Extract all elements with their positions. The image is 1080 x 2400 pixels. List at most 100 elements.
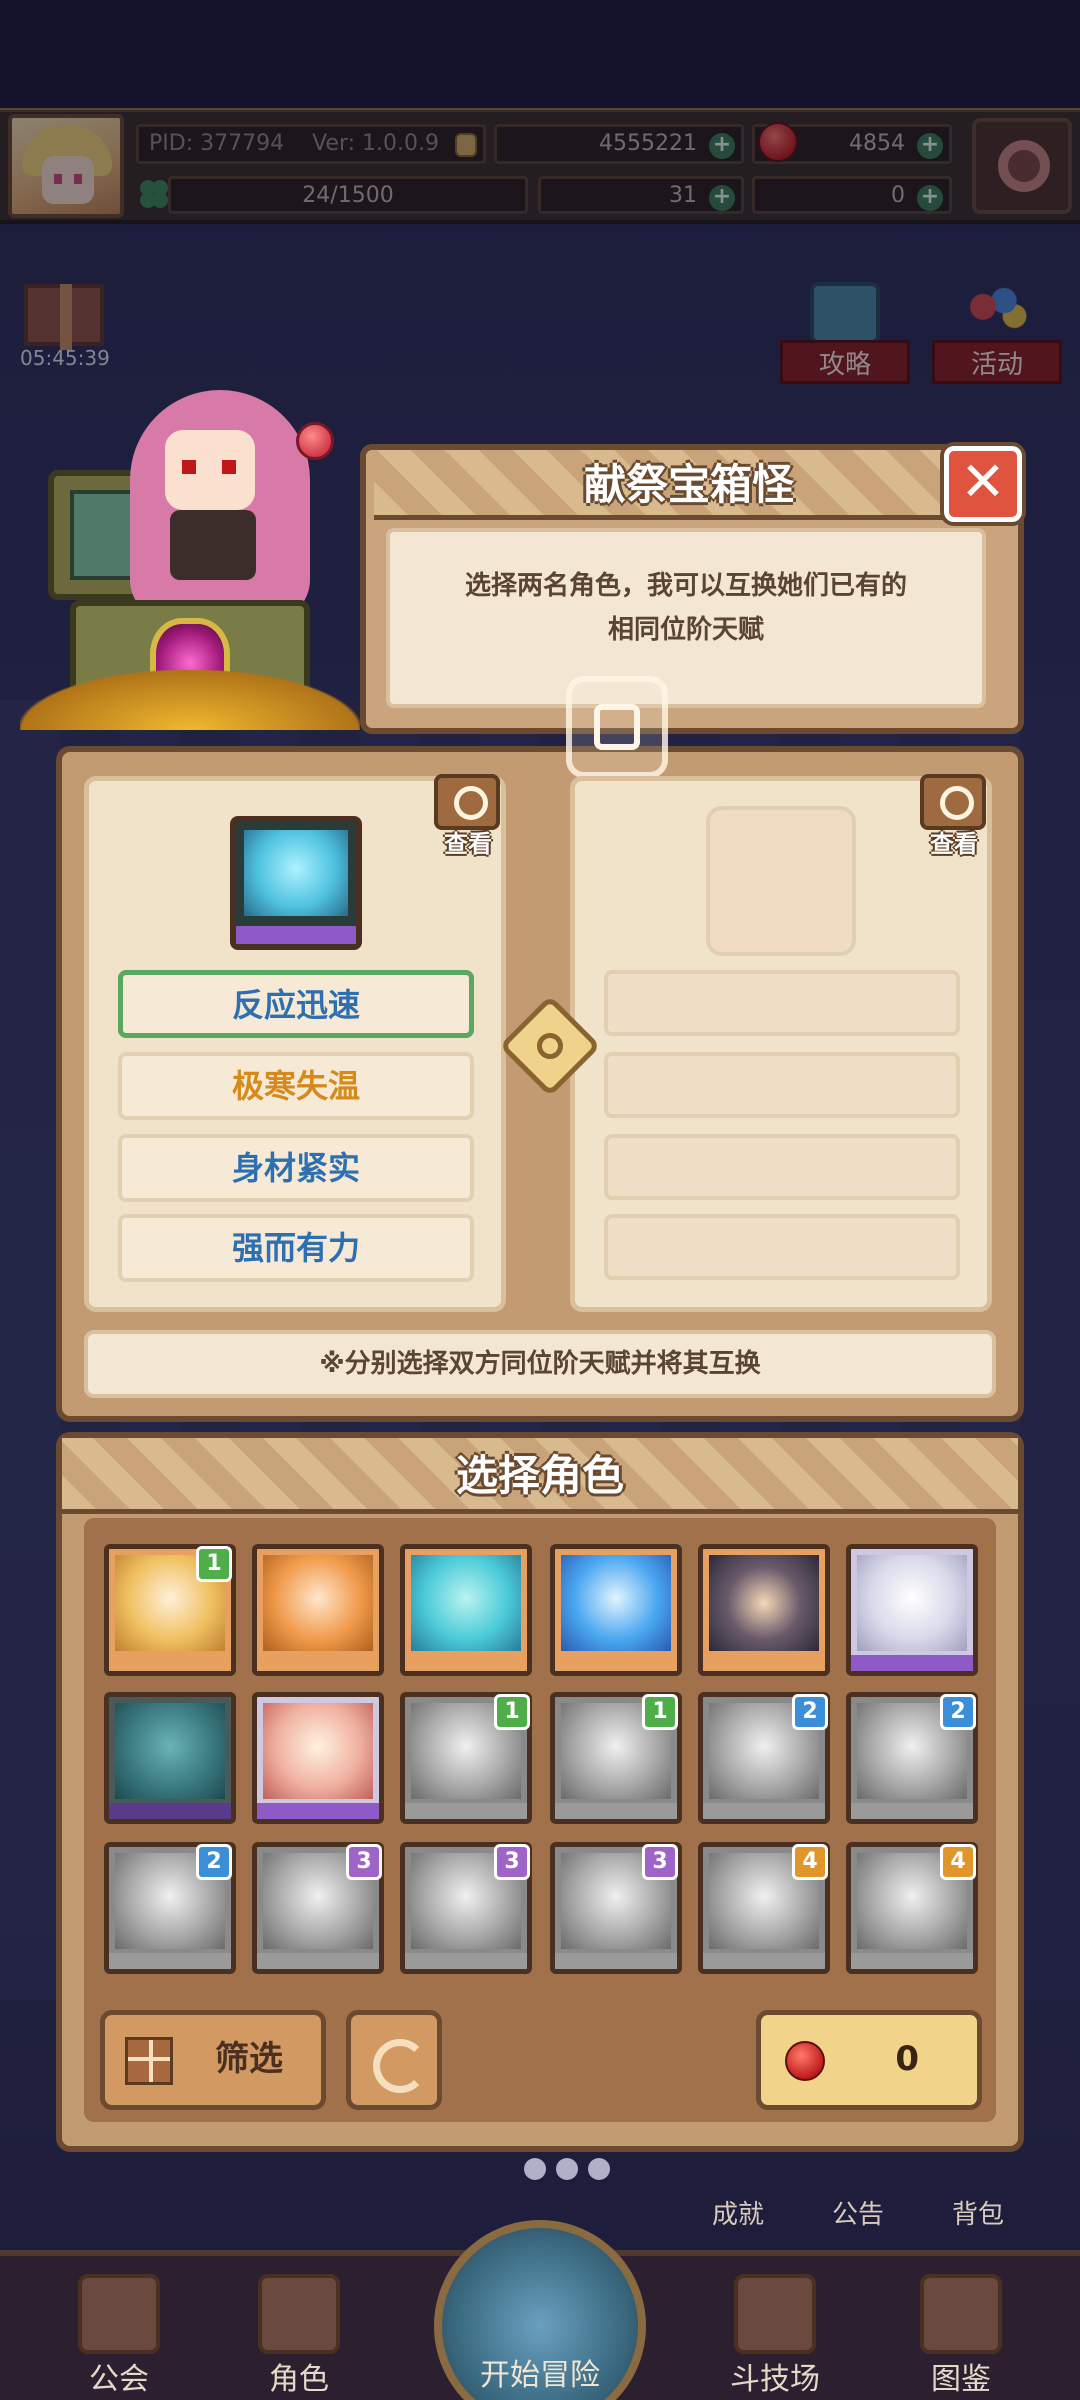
gold-pile xyxy=(20,670,360,730)
description-line: 选择两名角色，我可以互换她们已有的 xyxy=(464,571,907,601)
nav-label: 开始冒险 xyxy=(480,2358,600,2393)
nav-label: 角色 xyxy=(269,2362,329,2397)
nav-label: 图鉴 xyxy=(931,2362,991,2397)
character-art xyxy=(263,1555,373,1651)
view-label: 查看 xyxy=(930,830,978,858)
empty-talent-slot[interactable] xyxy=(604,970,960,1036)
character-art xyxy=(115,1703,225,1799)
bag-button[interactable]: 背包 xyxy=(928,2150,1028,2230)
nav-gallery[interactable]: 图鉴 xyxy=(876,2270,1046,2400)
crossed-swords-icon xyxy=(734,2274,816,2354)
rarity-bar xyxy=(109,1803,231,1819)
rarity-bar xyxy=(851,1655,973,1671)
selected-character-portrait[interactable] xyxy=(230,816,362,950)
nav-label: 斗技场 xyxy=(730,2362,820,2397)
apple-icon xyxy=(296,422,334,460)
rarity-bar xyxy=(405,1655,527,1671)
ruby-icon xyxy=(785,2041,825,2081)
level-badge: 3 xyxy=(494,1844,530,1880)
magnifier-icon xyxy=(434,774,500,830)
nav-arena[interactable]: 斗技场 xyxy=(690,2270,860,2400)
nav-start-adventure[interactable]: 开始冒险 xyxy=(410,2220,670,2400)
select-title: 选择角色 xyxy=(455,1451,624,1500)
rarity-bar xyxy=(109,1655,231,1671)
level-badge: 3 xyxy=(346,1844,382,1880)
filter-button[interactable]: 筛选 xyxy=(100,2010,326,2110)
cost-value: 0 xyxy=(895,2039,919,2079)
rarity-bar xyxy=(405,1803,527,1819)
rarity-bar xyxy=(703,1803,825,1819)
character-slot[interactable] xyxy=(252,1692,384,1824)
character-face xyxy=(165,430,255,510)
confirm-swap-button[interactable]: 0 xyxy=(756,2010,982,2110)
talent-option[interactable]: 强而有力 xyxy=(118,1214,474,1282)
character-art xyxy=(263,1703,373,1799)
achievement-button[interactable]: 成就 xyxy=(688,2150,788,2230)
dialog-description: 选择两名角色，我可以互换她们已有的 相同位阶天赋 xyxy=(406,564,966,652)
rarity-bar xyxy=(257,1803,379,1819)
character-art xyxy=(244,830,348,916)
character-slot[interactable] xyxy=(400,1544,532,1676)
character-art xyxy=(709,1555,819,1651)
swap-hint: ※分别选择双方同位阶天赋并将其互换 xyxy=(84,1330,996,1398)
status-area xyxy=(0,0,1080,110)
empty-talent-slot[interactable] xyxy=(604,1214,960,1280)
mimic-character-illustration xyxy=(0,370,380,740)
page-indicator xyxy=(524,2158,634,2186)
level-badge: 2 xyxy=(792,1694,828,1730)
rarity-bar xyxy=(109,1953,231,1969)
talent-option[interactable]: 反应迅速 xyxy=(118,970,474,1038)
character-art xyxy=(857,1555,967,1651)
character-slot[interactable] xyxy=(252,1544,384,1676)
empty-character-slot[interactable] xyxy=(706,806,856,956)
notice-button[interactable]: 公告 xyxy=(808,2150,908,2230)
level-badge: 2 xyxy=(196,1844,232,1880)
rarity-bar xyxy=(703,1953,825,1969)
description-line: 相同位阶天赋 xyxy=(607,615,764,645)
swap-icon-center xyxy=(531,1027,569,1065)
character-slot[interactable] xyxy=(104,1692,236,1824)
rarity-bar xyxy=(555,1655,677,1671)
rarity-bar xyxy=(257,1655,379,1671)
rarity-bar xyxy=(851,1803,973,1819)
character-eye xyxy=(222,460,236,474)
view-left-button[interactable]: 查看 xyxy=(428,770,508,858)
view-right-button[interactable]: 查看 xyxy=(914,770,994,858)
nav-character[interactable]: 角色 xyxy=(214,2270,384,2400)
rarity-bar xyxy=(555,1953,677,1969)
close-icon[interactable]: ✕ xyxy=(944,446,1022,522)
level-badge: 4 xyxy=(792,1844,828,1880)
grid-icon xyxy=(125,2037,173,2085)
dialog-title: 献祭宝箱怪 xyxy=(583,460,794,509)
guild-icon xyxy=(78,2274,160,2354)
rarity-bar xyxy=(236,926,356,944)
character-eye xyxy=(182,460,196,474)
refresh-button[interactable] xyxy=(346,2010,442,2110)
nav-guild[interactable]: 公会 xyxy=(34,2270,204,2400)
talent-option[interactable]: 身材紧实 xyxy=(118,1134,474,1202)
character-art xyxy=(561,1555,671,1651)
rarity-bar xyxy=(555,1803,677,1819)
empty-talent-slot[interactable] xyxy=(604,1134,960,1200)
empty-talent-slot[interactable] xyxy=(604,1052,960,1118)
rarity-bar xyxy=(257,1953,379,1969)
character-slot[interactable] xyxy=(550,1544,682,1676)
level-badge: 3 xyxy=(642,1844,678,1880)
rarity-bar xyxy=(851,1953,973,1969)
connector-square xyxy=(594,704,640,750)
character-slot[interactable] xyxy=(698,1544,830,1676)
character-art xyxy=(411,1555,521,1651)
filter-label: 筛选 xyxy=(215,2039,283,2079)
character-slot[interactable] xyxy=(846,1544,978,1676)
character-icon xyxy=(258,2274,340,2354)
rarity-bar xyxy=(703,1655,825,1671)
talent-option[interactable]: 极寒失温 xyxy=(118,1052,474,1120)
panel-connector xyxy=(566,676,668,778)
view-label: 查看 xyxy=(444,830,492,858)
nav-label: 公会 xyxy=(89,2362,149,2397)
level-badge: 1 xyxy=(642,1694,678,1730)
level-badge: 2 xyxy=(940,1694,976,1730)
magnifier-icon xyxy=(920,774,986,830)
level-badge: 1 xyxy=(494,1694,530,1730)
rarity-bar xyxy=(405,1953,527,1969)
